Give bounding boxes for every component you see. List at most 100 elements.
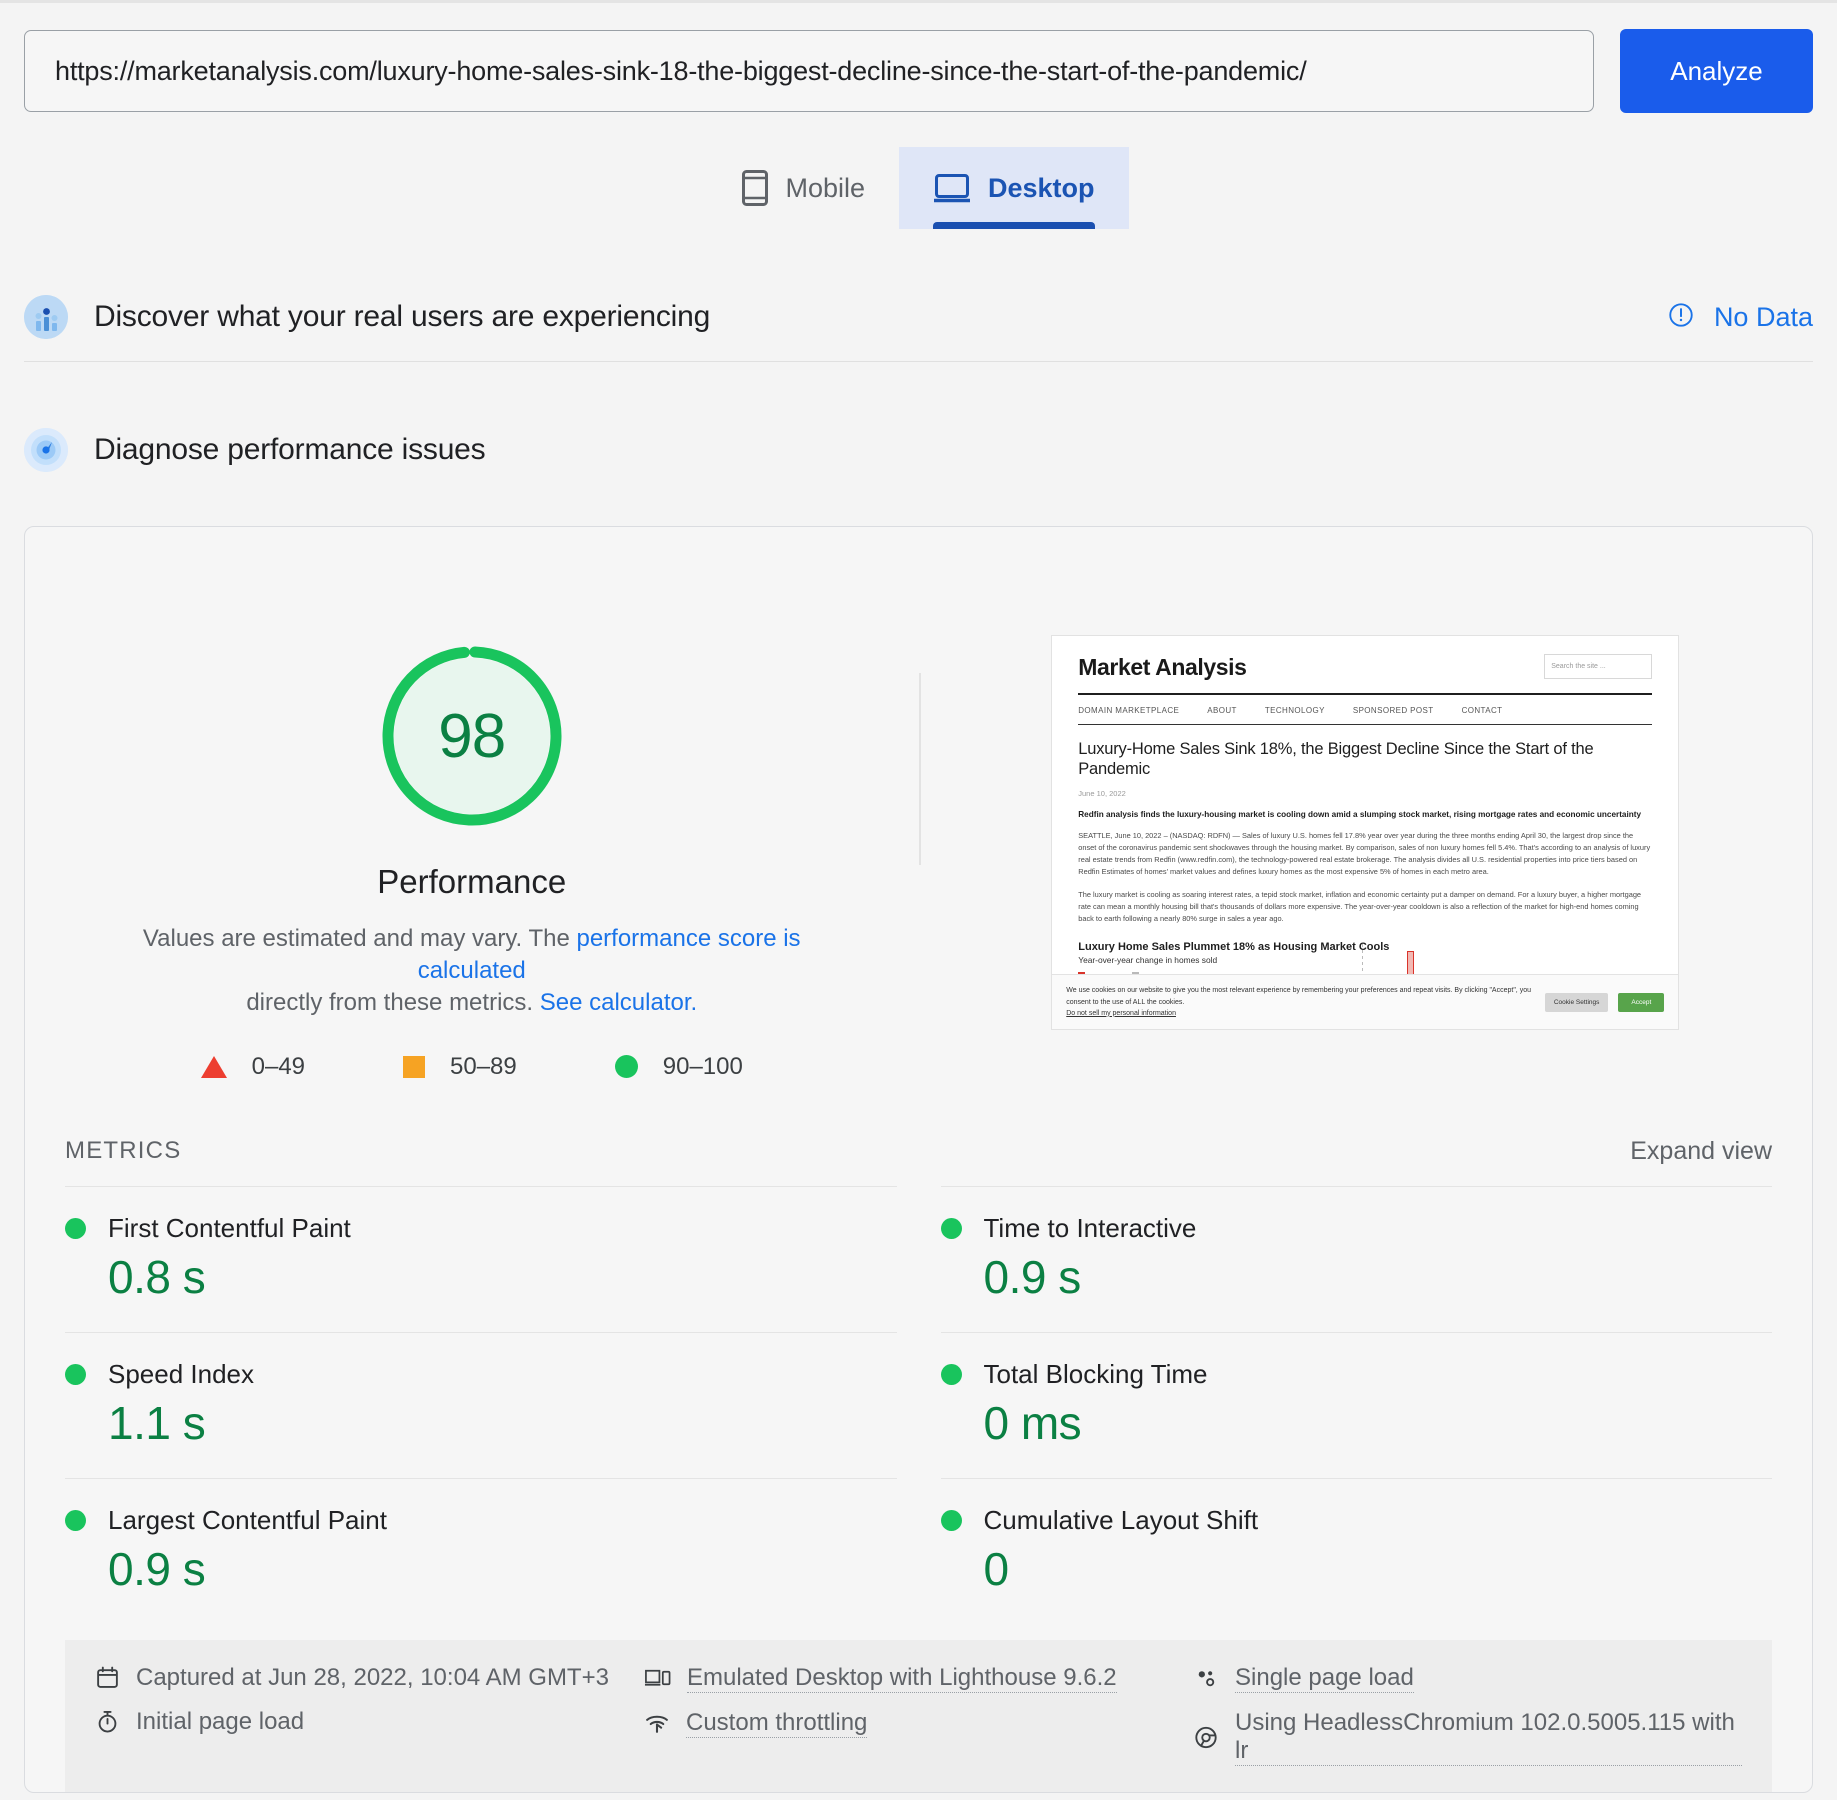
stopwatch-icon — [95, 1709, 120, 1734]
footer-load-type: Single page load — [1193, 1664, 1742, 1693]
mobile-icon — [742, 170, 768, 206]
cookie-banner-text: We use cookies on our website to give yo… — [1066, 985, 1535, 1019]
status-dot-good-icon — [65, 1364, 86, 1385]
footer-column-1: Captured at Jun 28, 2022, 10:04 AM GMT+3… — [95, 1664, 644, 1766]
metric-row[interactable]: Largest Contentful Paint 0.9 s — [65, 1478, 897, 1624]
thumbnail-paragraph: SEATTLE, June 10, 2022 – (NASDAQ: RDFN) … — [1078, 830, 1652, 878]
thumbnail-brand-row: Market Analysis Search the site ... — [1078, 654, 1652, 681]
thumbnail-paragraph: The luxury market is cooling as soaring … — [1078, 889, 1652, 925]
metric-value: 0.9 s — [941, 1250, 1773, 1304]
gauge-description: Values are estimated and may vary. The p… — [92, 923, 852, 1019]
devices-icon — [644, 1666, 671, 1691]
load-type-label[interactable]: Single page load — [1235, 1664, 1414, 1693]
info-icon — [1667, 301, 1695, 334]
metric-header: Total Blocking Time — [941, 1359, 1773, 1390]
performance-gauge[interactable]: 98 — [371, 635, 573, 837]
thumbnail-nav-item: ABOUT — [1207, 706, 1237, 715]
metric-header: Speed Index — [65, 1359, 897, 1390]
metric-header: Cumulative Layout Shift — [941, 1505, 1773, 1536]
legend-item-poor: 0–49 — [201, 1053, 305, 1081]
metric-row[interactable]: Time to Interactive 0.9 s — [941, 1186, 1773, 1332]
footer-emulated-device: Emulated Desktop with Lighthouse 9.6.2 — [644, 1664, 1193, 1693]
metric-name: First Contentful Paint — [108, 1213, 351, 1244]
metric-value: 0.8 s — [65, 1250, 897, 1304]
metric-row[interactable]: Cumulative Layout Shift 0 — [941, 1478, 1773, 1624]
metric-name: Cumulative Layout Shift — [984, 1505, 1259, 1536]
crux-header: Discover what your real users are experi… — [24, 273, 1813, 361]
metric-row[interactable]: First Contentful Paint 0.8 s — [65, 1186, 897, 1332]
crux-title: Discover what your real users are experi… — [94, 300, 710, 334]
legend-label-good: 90–100 — [663, 1053, 743, 1081]
square-icon — [403, 1056, 425, 1078]
status-dot-good-icon — [941, 1510, 962, 1531]
metric-header: Largest Contentful Paint — [65, 1505, 897, 1536]
network-throttle-icon — [644, 1711, 670, 1736]
performance-score: 98 — [371, 635, 573, 837]
crux-section: Discover what your real users are experi… — [0, 273, 1837, 361]
card-top-row: 98 Performance Values are estimated and … — [25, 527, 1812, 1081]
page-load-label: Initial page load — [136, 1708, 304, 1736]
legend-item-good: 90–100 — [615, 1053, 743, 1081]
crux-status: No Data — [1667, 301, 1813, 334]
metrics-column-left: First Contentful Paint 0.8 s Speed Index… — [65, 1186, 897, 1624]
metric-header: First Contentful Paint — [65, 1213, 897, 1244]
lab-results-card: 98 Performance Values are estimated and … — [24, 526, 1813, 1793]
metric-value: 0 — [941, 1542, 1773, 1596]
no-data-label[interactable]: No Data — [1714, 302, 1813, 333]
metric-name: Total Blocking Time — [984, 1359, 1208, 1390]
metric-row[interactable]: Speed Index 1.1 s — [65, 1332, 897, 1478]
metrics-title: METRICS — [65, 1137, 181, 1165]
gauge-desc-part2: directly from these metrics. — [246, 989, 539, 1016]
cookie-settings-button[interactable]: Cookie Settings — [1545, 993, 1609, 1012]
thumbnail-headline: Luxury-Home Sales Sink 18%, the Biggest … — [1078, 739, 1652, 779]
cookie-do-not-sell-link[interactable]: Do not sell my personal information — [1066, 1010, 1176, 1017]
expand-view-button[interactable]: Expand view — [1630, 1137, 1772, 1166]
gauge-desc-part1: Values are estimated and may vary. The — [143, 925, 577, 952]
status-dot-good-icon — [65, 1510, 86, 1531]
throttling-label[interactable]: Custom throttling — [686, 1709, 867, 1738]
metric-value: 0 ms — [941, 1396, 1773, 1450]
metric-name: Time to Interactive — [984, 1213, 1197, 1244]
device-tabs: Mobile Desktop — [0, 147, 1837, 229]
thumbnail-lede: Redfin analysis finds the luxury-housing… — [1078, 810, 1652, 819]
legend-label-average: 50–89 — [450, 1053, 517, 1081]
metric-value: 0.9 s — [65, 1542, 897, 1596]
page-screenshot-thumbnail[interactable]: Market Analysis Search the site ... DOMA… — [1051, 635, 1679, 1030]
url-input[interactable]: https://marketanalysis.com/luxury-home-s… — [24, 30, 1594, 112]
tab-desktop[interactable]: Desktop — [899, 147, 1129, 229]
thumbnail-content: Market Analysis Search the site ... DOMA… — [1052, 636, 1678, 1002]
cookie-accept-button[interactable]: Accept — [1618, 993, 1664, 1012]
score-legend: 0–49 50–89 90–100 — [201, 1053, 743, 1081]
diagnose-title: Diagnose performance issues — [94, 433, 485, 467]
diagnose-header: Diagnose performance issues — [24, 406, 1813, 494]
run-metadata-footer: Captured at Jun 28, 2022, 10:04 AM GMT+3… — [65, 1640, 1772, 1792]
thumbnail-chart-title: Luxury Home Sales Plummet 18% as Housing… — [1078, 941, 1652, 953]
triangle-icon — [201, 1056, 227, 1078]
footer-throttling: Custom throttling — [644, 1709, 1193, 1738]
url-bar-row: https://marketanalysis.com/luxury-home-s… — [0, 3, 1837, 113]
legend-label-poor: 0–49 — [252, 1053, 305, 1081]
performance-label: Performance — [377, 863, 566, 901]
metric-row[interactable]: Total Blocking Time 0 ms — [941, 1332, 1773, 1478]
metric-name: Largest Contentful Paint — [108, 1505, 387, 1536]
lab-data-icon — [24, 428, 68, 472]
thumbnail-date: June 10, 2022 — [1078, 789, 1652, 798]
thumbnail-rule-bottom — [1078, 724, 1652, 725]
pagespeed-insights-page: https://marketanalysis.com/luxury-home-s… — [0, 0, 1837, 1800]
metrics-column-right: Time to Interactive 0.9 s Total Blocking… — [941, 1186, 1773, 1624]
user-agent-label[interactable]: Using HeadlessChromium 102.0.5005.115 wi… — [1235, 1709, 1742, 1766]
performance-gauge-column: 98 Performance Values are estimated and … — [25, 635, 919, 1081]
metric-header: Time to Interactive — [941, 1213, 1773, 1244]
circle-icon — [615, 1055, 638, 1078]
metric-value: 1.1 s — [65, 1396, 897, 1450]
diagnose-section: Diagnose performance issues — [0, 406, 1837, 494]
thumbnail-cookie-banner: We use cookies on our website to give yo… — [1052, 974, 1678, 1029]
vertical-divider — [919, 673, 921, 865]
emulated-device-label[interactable]: Emulated Desktop with Lighthouse 9.6.2 — [687, 1664, 1117, 1693]
status-dot-good-icon — [65, 1218, 86, 1239]
footer-page-load: Initial page load — [95, 1708, 644, 1736]
tab-mobile[interactable]: Mobile — [708, 147, 899, 229]
see-calculator-link[interactable]: See calculator. — [540, 989, 697, 1016]
analyze-button[interactable]: Analyze — [1620, 29, 1813, 113]
calendar-icon — [95, 1665, 120, 1690]
